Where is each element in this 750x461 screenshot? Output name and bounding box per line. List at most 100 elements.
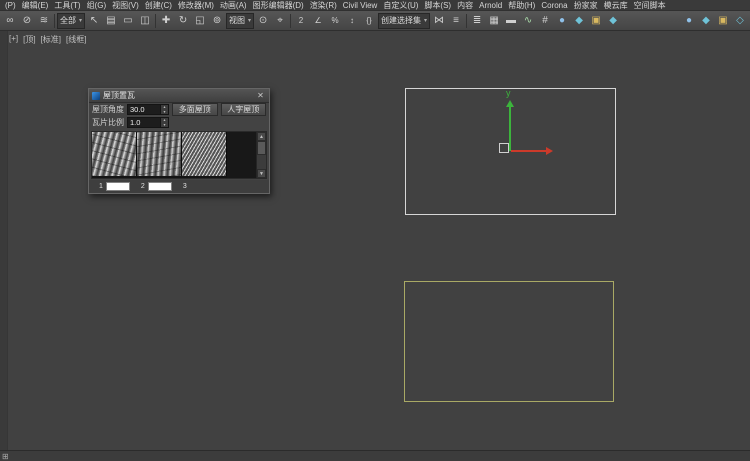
tile-texture-thumbnail-2[interactable] (137, 132, 182, 176)
toggle-scene-explorer-icon[interactable]: ≣ (469, 13, 485, 29)
menu-scripting[interactable]: 脚本(S) (421, 0, 454, 11)
scrollbar-thumb[interactable] (257, 141, 266, 155)
tile-scale-label: 瓦片比例 (92, 117, 124, 128)
rectangular-selection-region-icon[interactable]: ▭ (120, 13, 136, 29)
tile-scale-spinner[interactable]: ▴ ▾ (160, 118, 168, 127)
scrollbar-track[interactable] (257, 155, 266, 169)
menu-help[interactable]: 帮助(H) (505, 0, 538, 11)
rectangle-shape[interactable] (404, 281, 614, 402)
select-and-manipulate-icon[interactable]: ⌖ (272, 13, 288, 29)
rendered-frame-window-icon[interactable]: ▣ (588, 13, 604, 29)
material-editor-compact-icon[interactable]: ● (681, 13, 697, 29)
schematic-view-icon[interactable]: # (537, 13, 553, 29)
roof-angle-spinner[interactable]: ▴ ▾ (160, 105, 168, 114)
roof-angle-value[interactable]: 30.0 (128, 105, 160, 114)
mirror-icon[interactable]: ⋈ (431, 13, 447, 29)
gizmo-xy-plane-handle[interactable] (499, 143, 509, 153)
gizmo-y-axis[interactable] (509, 107, 511, 151)
tile-scale-field[interactable]: 1.0 ▴ ▾ (127, 117, 169, 128)
reference-coordinate-dropdown[interactable]: 视图 ▾ (226, 13, 254, 29)
menu-animation[interactable]: 动画(A) (217, 0, 250, 11)
menu-plugin-space-script[interactable]: 空间脚本 (631, 0, 669, 11)
gable-roof-button[interactable]: 人字屋顶 (221, 103, 267, 116)
tile-texture-empty-area (227, 132, 256, 178)
menu-civil-view[interactable]: Civil View (340, 0, 381, 11)
toolbar-separator (290, 14, 291, 28)
selection-filter-dropdown[interactable]: 全部 ▾ (57, 13, 85, 29)
viewport-left-border (0, 31, 8, 450)
select-and-move-icon[interactable]: ✚ (158, 13, 174, 29)
render-setup-icon[interactable]: ◆ (571, 13, 587, 29)
select-by-name-icon[interactable]: ▤ (103, 13, 119, 29)
gizmo-x-axis[interactable] (511, 150, 546, 152)
menu-graph-editors[interactable]: 图形编辑器(D) (250, 0, 307, 11)
render-last-icon[interactable]: ◇ (732, 13, 748, 29)
spinner-down-icon[interactable]: ▾ (161, 123, 168, 128)
menu-content[interactable]: 内容 (454, 0, 476, 11)
render-production-icon[interactable]: ◆ (605, 13, 621, 29)
bind-to-space-warp-icon[interactable]: ≋ (36, 13, 52, 29)
menu-group[interactable]: 组(G) (84, 0, 110, 11)
multi-face-roof-button[interactable]: 多面屋顶 (172, 103, 218, 116)
tile-index-label-3: 3 (183, 183, 187, 190)
spinner-down-icon[interactable]: ▾ (161, 110, 168, 115)
tile-texture-thumbnail-1[interactable] (92, 132, 137, 176)
tile-texture-thumbnail-3[interactable] (182, 132, 227, 176)
menu-rendering[interactable]: 渲染(R) (307, 0, 340, 11)
menu-views[interactable]: 视图(V) (109, 0, 142, 11)
tile-texture-list: ▲ ▼ (91, 131, 267, 179)
menu-plugin-model-cloud[interactable]: 模云库 (601, 0, 631, 11)
menu-tools[interactable]: 工具(T) (51, 0, 83, 11)
roof-angle-field[interactable]: 30.0 ▴ ▾ (127, 104, 169, 115)
select-and-scale-icon[interactable]: ◱ (192, 13, 208, 29)
menu-create[interactable]: 创建(C) (142, 0, 175, 11)
tile-index-field-1[interactable] (106, 182, 130, 191)
select-and-link-icon[interactable]: ∞ (2, 13, 18, 29)
menu-customize[interactable]: 自定义(U) (380, 0, 421, 11)
menu-arnold[interactable]: Arnold (476, 0, 505, 11)
dialog-title-bar[interactable]: 屋顶置瓦 ✕ (89, 89, 269, 103)
spinner-snap-toggle-icon[interactable]: ↕ (344, 13, 360, 29)
material-editor-icon[interactable]: ● (554, 13, 570, 29)
viewport-top[interactable]: [+] [顶] [标准] [线框] y 屋顶置瓦 ✕ 屋顶角度 30.0 ▴ ▾ (0, 31, 750, 450)
edit-named-selection-sets-icon[interactable]: {} (361, 13, 377, 29)
snaps-toggle-icon[interactable]: 2 (293, 13, 309, 29)
tile-index-field-2[interactable] (148, 182, 172, 191)
menu-modifiers[interactable]: 修改器(M) (175, 0, 217, 11)
use-pivot-point-center-icon[interactable]: ⊙ (255, 13, 271, 29)
grid-icon[interactable]: ⊞ (0, 452, 9, 461)
viewport-shading-menu[interactable]: [线框] (66, 34, 86, 45)
menu-file[interactable]: (P) (2, 0, 19, 11)
toggle-layer-explorer-icon[interactable]: ▦ (486, 13, 502, 29)
scroll-down-icon[interactable]: ▼ (257, 169, 266, 178)
curve-editor-icon[interactable]: ∿ (520, 13, 536, 29)
chevron-down-icon: ▾ (248, 17, 251, 24)
unlink-selection-icon[interactable]: ⊘ (19, 13, 35, 29)
viewport-general-menu[interactable]: [+] (9, 34, 18, 45)
select-object-icon[interactable]: ↖ (86, 13, 102, 29)
toggle-ribbon-icon[interactable]: ▬ (503, 13, 519, 29)
viewport-standard-menu[interactable]: [标准] (41, 34, 61, 45)
render-setup-dialog-icon[interactable]: ◆ (698, 13, 714, 29)
named-selection-set-dropdown[interactable]: 创建选择集 ▾ (378, 13, 430, 29)
select-and-rotate-icon[interactable]: ↻ (175, 13, 191, 29)
roof-tile-dialog: 屋顶置瓦 ✕ 屋顶角度 30.0 ▴ ▾ 多面屋顶 人字屋顶 瓦片比例 1.0 … (88, 88, 270, 194)
tile-list-scrollbar[interactable]: ▲ ▼ (256, 132, 266, 178)
menu-plugin-banjiajia[interactable]: 扮家家 (571, 0, 601, 11)
select-and-place-icon[interactable]: ⊚ (209, 13, 225, 29)
window-crossing-icon[interactable]: ◫ (137, 13, 153, 29)
align-icon[interactable]: ≡ (448, 13, 464, 29)
menu-corona[interactable]: Corona (538, 0, 570, 11)
close-icon[interactable]: ✕ (255, 91, 266, 100)
percent-snap-toggle-icon[interactable]: % (327, 13, 343, 29)
viewport-pov-menu[interactable]: [顶] (23, 34, 35, 45)
chevron-down-icon: ▾ (79, 17, 82, 24)
scroll-up-icon[interactable]: ▲ (257, 132, 266, 141)
rendered-frame-icon[interactable]: ▣ (715, 13, 731, 29)
tile-scale-value[interactable]: 1.0 (128, 118, 160, 127)
toolbar-separator (466, 14, 467, 28)
menu-edit[interactable]: 编辑(E) (19, 0, 52, 11)
selection-filter-value: 全部 (60, 15, 76, 26)
angle-snap-toggle-icon[interactable]: ∠ (310, 13, 326, 29)
3dsmax-window: { "colors": { "axis-x": "#cc3a2a", "axis… (0, 0, 750, 461)
